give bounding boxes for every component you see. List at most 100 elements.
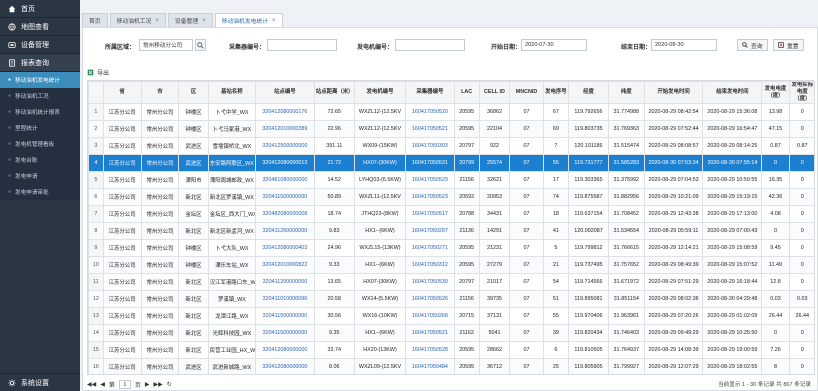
refresh-icon[interactable]: ↻ xyxy=(167,381,172,388)
column-header[interactable]: 采集器编号 xyxy=(405,81,455,104)
table-cell[interactable]: 320412080000000 xyxy=(255,341,315,359)
column-header[interactable]: 站点距离（米） xyxy=(313,81,355,104)
sidebar-subitem-dashboard[interactable]: ● 发电机管理看板 xyxy=(0,136,80,152)
column-header[interactable]: 发电实际电度（度） xyxy=(788,81,814,104)
table-cell[interactable]: 160417050531 xyxy=(405,154,455,172)
table-cell[interactable]: 320411250000000 xyxy=(255,222,315,240)
page-last-icon[interactable]: ▶▶ xyxy=(154,381,163,388)
column-header[interactable]: 发电序号 xyxy=(542,81,570,104)
column-header[interactable]: 经度 xyxy=(568,81,609,104)
start-date-field[interactable] xyxy=(521,39,587,51)
column-header[interactable]: 省 xyxy=(102,81,142,104)
table-row[interactable]: 15 江苏分公司 常州分公司 新北区 民营工业园_HX_W 320412080000000… xyxy=(88,341,814,359)
table-cell[interactable]: 320482080000008 xyxy=(255,205,315,223)
table-cell[interactable]: 160417050521 xyxy=(405,324,455,342)
sidebar-item-home[interactable]: 首页 xyxy=(0,0,80,18)
close-icon[interactable]: × xyxy=(272,18,276,24)
table-cell[interactable]: 160417050271 xyxy=(405,239,455,257)
column-header[interactable]: 市 xyxy=(140,81,180,104)
column-header[interactable]: 结束发电时间 xyxy=(702,81,763,104)
table-cell[interactable]: 320481080000000 xyxy=(255,171,315,189)
column-header[interactable]: LAC xyxy=(453,81,480,104)
page-next-icon[interactable]: ▶ xyxy=(145,381,150,388)
query-button[interactable]: 查询 xyxy=(737,39,768,51)
end-date-field[interactable] xyxy=(651,39,717,51)
sidebar-item-report[interactable]: 报表查询 xyxy=(0,54,80,72)
table-cell[interactable]: 160417050528 xyxy=(405,341,455,359)
collector-field[interactable] xyxy=(267,39,337,51)
table-cell[interactable]: 320412010000822 xyxy=(255,256,315,274)
table-row[interactable]: 9 江苏分公司 常州分公司 钟楼区 卜弋大队_WX 320412080000403 24.9… xyxy=(88,239,814,257)
table-cell[interactable]: 320412080000013 xyxy=(255,154,315,172)
table-cell[interactable]: 160417050529 xyxy=(405,171,455,189)
page-first-icon[interactable]: ◀◀ xyxy=(87,381,96,388)
sidebar-subitem-generator-stats[interactable]: ● 移动油机发电统计 xyxy=(0,72,80,88)
tab-home[interactable]: 首页 xyxy=(82,13,108,27)
table-cell[interactable]: 160417050297 xyxy=(405,222,455,240)
table-row[interactable]: 1 江苏分公司 常州分公司 钟楼区 卜弋中学_WX 320412080000176 72.6… xyxy=(88,103,814,121)
column-header[interactable]: 基站名称 xyxy=(207,81,257,104)
table-row[interactable]: 13 江苏分公司 常州分公司 新北区 龙潭江路_WX 320411500000000 30.… xyxy=(88,307,814,325)
column-header[interactable]: 纬度 xyxy=(607,81,645,104)
reset-button[interactable]: 重置 xyxy=(773,39,804,51)
table-row[interactable]: 8 江苏分公司 常州分公司 新北区 新北区新孟河_WX 320411250000000 9.… xyxy=(88,222,814,240)
column-header[interactable]: CELL ID xyxy=(478,81,511,104)
area-field[interactable] xyxy=(139,39,193,51)
column-header[interactable]: MNCNID xyxy=(509,81,544,104)
table-cell[interactable]: 320412080000000 xyxy=(255,358,315,374)
column-header[interactable]: 发电机编号 xyxy=(353,81,407,104)
sidebar-subitem-generator-report[interactable]: ● 移动油机统计报表 xyxy=(0,104,80,120)
tab-generator-stats[interactable]: 移动油机发电统计 × xyxy=(214,13,283,27)
column-header[interactable]: 发电电度（度） xyxy=(761,81,790,104)
sidebar-subitem-application[interactable]: ● 发电申请 xyxy=(0,168,80,184)
close-icon[interactable]: × xyxy=(202,18,206,24)
area-search-button[interactable] xyxy=(195,39,206,51)
column-header[interactable] xyxy=(88,81,104,104)
sidebar-subitem-mileage[interactable]: ● 里程统计 xyxy=(0,120,80,136)
table-row[interactable]: 14 江苏分公司 常州分公司 新北区 光辉科技园_WX 320411500000000 9.… xyxy=(88,324,814,342)
table-row[interactable]: 5 江苏分公司 常州分公司 溧阳市 溧阳周城邮政_WX 320481080000000 14… xyxy=(88,171,814,189)
table-row[interactable]: 3 江苏分公司 常州分公司 武进区 雪堰镇桥北_WX 320412500000000 391… xyxy=(88,137,814,155)
column-header[interactable]: 站点编号 xyxy=(255,81,315,104)
column-header[interactable]: 开始发电时间 xyxy=(643,81,704,104)
table-cell[interactable]: 160417050521 xyxy=(405,120,455,138)
table-cell[interactable]: 320412010000389 xyxy=(255,120,315,138)
table-cell[interactable]: 160417050520 xyxy=(405,103,455,121)
table-cell[interactable]: 160417050530 xyxy=(405,273,455,291)
table-cell[interactable]: 320411010000096 xyxy=(255,290,315,308)
table-cell[interactable]: 320412080000176 xyxy=(255,103,315,121)
sidebar-item-settings[interactable]: 系统设置 xyxy=(0,373,80,391)
table-row[interactable]: 7 江苏分公司 常州分公司 金坛区 金坛区_西大门_WX 320482080000008 1… xyxy=(88,205,814,223)
table-row[interactable]: 16 江苏分公司 常州分公司 武进区 武进新城路_WX 320412080000000 8.… xyxy=(88,358,814,374)
sidebar-subitem-generator-status[interactable]: ● 移动油机工况 xyxy=(0,88,80,104)
page-number-input[interactable]: 1 xyxy=(118,379,131,389)
table-cell[interactable]: 320412080000403 xyxy=(255,239,315,257)
table-cell[interactable]: 160417050312 xyxy=(405,256,455,274)
export-button[interactable]: 导出 xyxy=(97,68,109,77)
table-cell[interactable]: 320411500000000 xyxy=(255,307,315,325)
table-row[interactable]: 6 江苏分公司 常州分公司 新北区 新北区罗溪镇_WX 320411500000000 50… xyxy=(88,188,814,206)
table-row[interactable]: 11 江苏分公司 常州分公司 新北区 汉江军港路口东_WX 320411200000000… xyxy=(88,273,814,291)
table-cell[interactable]: 320411500000000 xyxy=(255,324,315,342)
tab-device-management[interactable]: 设备管理 × xyxy=(167,13,213,27)
table-cell[interactable]: 160417050526 xyxy=(405,290,455,308)
table-cell[interactable]: 160417050268 xyxy=(405,307,455,325)
tab-generator-status[interactable]: 移动油机工况 × xyxy=(109,13,166,27)
sidebar-subitem-ledger[interactable]: ● 发电台账 xyxy=(0,152,80,168)
sidebar-subitem-approval[interactable]: ● 发电申请审批 xyxy=(0,184,80,200)
table-cell[interactable]: 160417050303 xyxy=(405,137,455,155)
table-cell[interactable]: 320411200000000 xyxy=(255,273,315,291)
close-icon[interactable]: × xyxy=(155,18,159,24)
table-row[interactable]: 12 江苏分公司 常州分公司 新北区 罗溪镇_WX 320411010000096 20.5… xyxy=(88,290,814,308)
sidebar-item-device[interactable]: 设备管理 xyxy=(0,36,80,54)
sidebar-item-map[interactable]: 地图查看 xyxy=(0,18,80,36)
column-header[interactable]: 区 xyxy=(178,81,209,104)
table-cell[interactable]: 160417050484 xyxy=(405,358,455,374)
table-cell[interactable]: 160417050517 xyxy=(405,205,455,223)
table-cell[interactable]: 320412500000000 xyxy=(255,137,315,155)
table-row[interactable]: 2 江苏分公司 常州分公司 钟楼区 卜弋马家港_WX 320412010000389 22.… xyxy=(88,120,814,138)
table-row[interactable]: 4 江苏分公司 常州分公司 武进区 东安路阿联区_WX 320412080000013 21… xyxy=(88,154,814,172)
page-prev-icon[interactable]: ◀ xyxy=(100,381,105,388)
table-cell[interactable]: 320411500000000 xyxy=(255,188,315,206)
table-cell[interactable]: 160417050523 xyxy=(405,188,455,206)
